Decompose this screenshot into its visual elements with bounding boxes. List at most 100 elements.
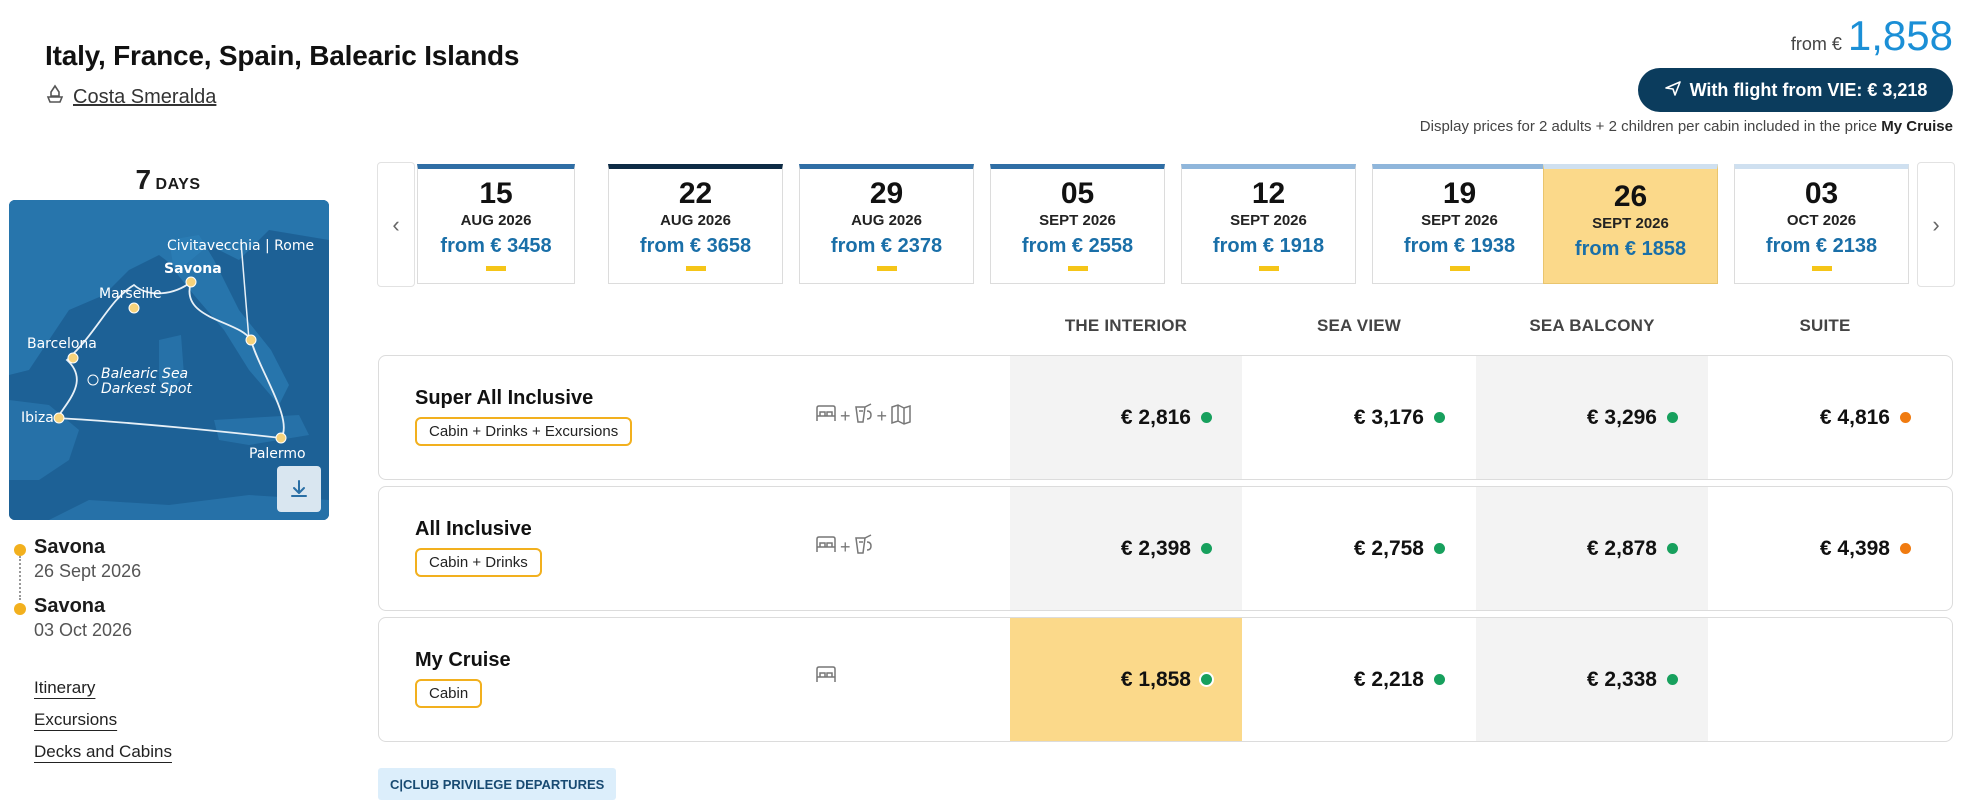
date-price: from € 1858 [1574,238,1687,260]
availability-dot [1434,674,1445,685]
map-label-civitavecchia: Civitavecchia | Rome [167,238,314,254]
price-value: € 2,758 [1353,536,1424,560]
display-note: Display prices for 2 adults + 2 children… [1420,118,1953,135]
arrival-date: 03 Oct 2026 [34,620,133,640]
ship-icon [45,84,65,110]
date-option-03-oct[interactable]: 03 OCT 2026 from € 2138 [1734,164,1909,284]
col-header-suite: SUITE [1799,316,1851,335]
availability-dot [1201,543,1212,554]
date-option-26-sept[interactable]: 26 SEPT 2026 from € 1858 [1543,164,1718,284]
itinerary-map[interactable]: Civitavecchia | Rome Savona Marseille Ba… [9,200,329,520]
price-cell-sea-balcony[interactable]: € 2,878 [1476,487,1708,610]
price-cell-sea-view[interactable]: € 2,758 [1243,487,1475,610]
availability-dot [1201,412,1212,423]
date-day: 26 [1613,180,1648,213]
map-label-savona: Savona [164,261,222,277]
package-row-my-cruise[interactable]: My Cruise Cabin € 1,858 € 2,218 € 2,338 [378,617,1953,742]
price-cell-sea-view[interactable]: € 3,176 [1243,356,1475,479]
plus-sign: + [840,537,851,557]
departure-dot [14,544,26,556]
date-option-15-aug[interactable]: 15 AUG 2026 from € 3458 [417,164,575,284]
promo-bar [1449,266,1470,271]
route-connector [19,556,21,600]
date-price: from € 3458 [440,235,552,257]
package-icons: + + [814,402,913,431]
plus-sign: + [840,406,851,426]
promo-bar [1067,266,1088,271]
promo-bar [876,266,897,271]
date-option-29-aug[interactable]: 29 AUG 2026 from € 2378 [799,164,974,284]
price-cell-sea-balcony[interactable]: € 2,338 [1476,618,1708,741]
ship-link[interactable]: Costa Smeralda [45,84,216,110]
package-tag: Cabin [415,679,483,708]
availability-dot [1434,412,1445,423]
price-cell-interior[interactable]: € 1,858 [1010,618,1242,741]
date-option-19-sept[interactable]: 19 SEPT 2026 from € 1938 [1372,164,1547,284]
drink-icon [853,533,875,562]
date-day: 22 [678,177,713,210]
date-month: AUG 2026 [660,212,731,229]
date-price: from € 1918 [1212,235,1325,257]
map-download-button[interactable] [277,466,321,512]
nav-link-decks-cabins[interactable]: Decks and Cabins [34,742,172,762]
price-value: € 3,296 [1586,405,1657,429]
date-option-22-aug[interactable]: 22 AUG 2026 from € 3658 [608,164,783,284]
price-cell-suite[interactable]: € 4,398 [1709,487,1941,610]
departure-date: 26 Sept 2026 [34,561,142,581]
date-month: SEPT 2026 [1039,212,1116,229]
package-icons: + [814,533,875,562]
price-value: € 2,218 [1353,667,1424,691]
plane-icon [1664,79,1682,102]
date-month: SEPT 2026 [1421,212,1498,229]
price-cell-interior[interactable]: € 2,398 [1010,487,1242,610]
price-cell-suite[interactable]: € 4,816 [1709,356,1941,479]
price-cell-interior[interactable]: € 2,816 [1010,356,1242,479]
price-from-value: 1,858 [1847,12,1953,59]
drink-icon [853,402,875,431]
map-label-palermo: Palermo [249,446,306,462]
nav-link-excursions[interactable]: Excursions [34,710,117,730]
availability-dot [1667,674,1678,685]
display-note-bold: My Cruise [1881,118,1953,135]
map-label-balearic-1: Balearic Sea [101,366,188,382]
date-month: SEPT 2026 [1592,215,1669,232]
plus-sign: + [876,406,888,426]
nav-link-itinerary[interactable]: Itinerary [34,678,95,698]
date-month: AUG 2026 [460,212,532,229]
date-day: 12 [1251,177,1286,210]
map-label-marseille: Marseille [99,286,162,302]
chevron-left-icon: ‹ [392,211,400,237]
price-cell-sea-balcony[interactable]: € 3,296 [1476,356,1708,479]
departure-stop: Savona 26 Sept 2026 [14,536,141,582]
dates-next-button[interactable]: › [1917,162,1955,287]
date-month: OCT 2026 [1786,212,1857,229]
date-option-12-sept[interactable]: 12 SEPT 2026 from € 1918 [1181,164,1356,284]
availability-dot [1900,543,1911,554]
club-privilege-badge[interactable]: C|CLUB PRIVILEGE DEPARTURES [378,768,617,800]
package-name: Super All Inclusive [415,387,594,409]
map-icon [889,402,913,431]
promo-bar [685,266,706,271]
col-header-sea-view: SEA VIEW [1316,316,1402,335]
arrival-stop: Savona 03 Oct 2026 [14,595,132,641]
price-from-label: from € [1790,34,1842,54]
days-label: DAYS [155,176,201,193]
departure-port: Savona [34,536,106,558]
date-day: 05 [1060,177,1095,210]
package-name: All Inclusive [415,518,532,540]
bed-icon [814,403,838,430]
days-count: 7 DAYS [8,164,328,196]
availability-dot [1667,412,1678,423]
bed-icon [814,664,838,691]
package-row-all-inclusive[interactable]: All Inclusive Cabin + Drinks + € 2,398 €… [378,486,1953,611]
package-row-super-all-inclusive[interactable]: Super All Inclusive Cabin + Drinks + Exc… [378,355,1953,480]
price-cell-suite [1709,618,1941,741]
promo-bar [1811,266,1832,271]
price-cell-sea-view[interactable]: € 2,218 [1243,618,1475,741]
flight-price-button[interactable]: With flight from VIE: € 3,218 [1638,68,1953,112]
price-value: € 2,398 [1120,536,1191,560]
ship-name: Costa Smeralda [73,85,217,108]
dates-prev-button[interactable]: ‹ [377,162,415,287]
map-label-ibiza: Ibiza [21,410,54,426]
date-option-05-sept[interactable]: 05 SEPT 2026 from € 2558 [990,164,1165,284]
